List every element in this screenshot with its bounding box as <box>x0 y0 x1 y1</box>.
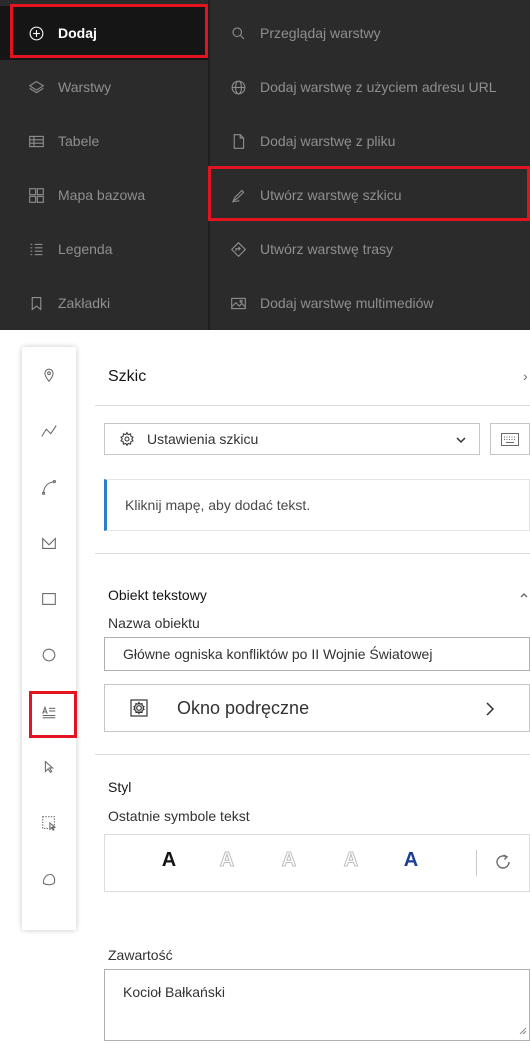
menu-item-label: Dodaj warstwę z pliku <box>260 133 396 149</box>
menu-item-label: Tabele <box>58 133 100 149</box>
resize-grip-icon[interactable] <box>519 1022 527 1038</box>
sketch-pen-icon <box>228 185 248 205</box>
content-label: Zawartość <box>108 947 173 963</box>
info-notice: Kliknij mapę, aby dodać tekst. <box>104 479 530 531</box>
sketch-tool-rail <box>22 347 76 930</box>
menu-item-dodaj[interactable]: Dodaj <box>0 6 208 60</box>
menu-item-legenda[interactable]: Legenda <box>0 222 208 276</box>
chevron-down-icon <box>455 433 467 449</box>
menu-item-dodaj-z-pliku[interactable]: Dodaj warstwę z pliku <box>210 114 530 168</box>
refresh-icon[interactable] <box>494 853 512 876</box>
keyboard-icon <box>501 432 519 446</box>
menu-item-dodaj-url[interactable]: Dodaj warstwę z użyciem adresu URL <box>210 60 530 114</box>
menu-right-column: Przeglądaj warstwy Dodaj warstwę z użyci… <box>210 0 530 330</box>
menu-item-tabele[interactable]: Tabele <box>0 114 208 168</box>
symbol-swatch[interactable]: A <box>333 849 369 877</box>
text-tool-button[interactable] <box>22 691 76 731</box>
popup-gear-icon <box>130 699 148 717</box>
menu-item-utworz-szkic[interactable]: Utwórz warstwę szkicu <box>210 168 530 222</box>
menu-item-label: Dodaj warstwę multimediów <box>260 295 434 311</box>
sketch-settings-dropdown[interactable]: Ustawienia szkicu <box>104 423 480 455</box>
content-textarea[interactable]: Kocioł Bałkański <box>104 969 530 1041</box>
circle-tool-button[interactable] <box>22 635 76 675</box>
menu-item-label: Dodaj <box>58 25 97 41</box>
add-layer-menu: Dodaj Warstwy Tabele Mapa bazowa Legenda <box>0 0 530 330</box>
style-heading: Styl <box>108 779 132 795</box>
keyboard-shortcuts-button[interactable] <box>490 423 530 455</box>
menu-item-zakladki[interactable]: Zakładki <box>0 276 208 330</box>
layers-icon <box>26 77 46 97</box>
menu-left-column: Dodaj Warstwy Tabele Mapa bazowa Legenda <box>0 0 208 330</box>
text-tool-icon <box>42 705 56 719</box>
menu-item-mapa-bazowa[interactable]: Mapa bazowa <box>0 168 208 222</box>
polyline-tool-button[interactable] <box>22 411 76 451</box>
popup-button[interactable]: Okno podręczne <box>104 684 530 732</box>
menu-item-label: Utwórz warstwę trasy <box>260 241 394 257</box>
divider <box>95 405 530 406</box>
lasso-select-button[interactable] <box>22 803 76 843</box>
divider <box>95 754 530 755</box>
curve-tool-button[interactable] <box>22 467 76 507</box>
popup-label: Okno podręczne <box>177 697 310 718</box>
notice-text: Kliknij mapę, aby dodać tekst. <box>125 497 311 513</box>
plus-circle-icon <box>26 23 46 43</box>
circle-tool-icon <box>42 648 56 662</box>
menu-item-label: Mapa bazowa <box>58 187 146 203</box>
menu-item-utworz-trase[interactable]: Utwórz warstwę trasy <box>210 222 530 276</box>
rectangle-tool-button[interactable] <box>22 579 76 619</box>
lasso-select-icon <box>42 816 57 831</box>
symbol-swatch[interactable]: A <box>209 849 245 877</box>
menu-item-warstwy[interactable]: Warstwy <box>0 60 208 114</box>
content-value: Kocioł Bałkański <box>123 984 225 1000</box>
polygon-tool-icon <box>42 537 56 549</box>
recent-symbols-label: Ostatnie symbole tekst <box>108 808 250 824</box>
gear-icon <box>120 431 134 447</box>
file-icon <box>228 131 248 151</box>
search-icon <box>228 23 248 43</box>
rectangle-tool-icon <box>42 593 56 605</box>
freehand-tool-button[interactable] <box>22 859 76 899</box>
legend-icon <box>26 239 46 259</box>
point-tool-icon <box>44 368 54 383</box>
symbol-swatch[interactable]: A <box>271 849 307 877</box>
chevron-right-icon <box>485 701 495 722</box>
name-label: Nazwa obiektu <box>108 615 200 631</box>
text-object-heading: Obiekt tekstowy <box>108 587 207 603</box>
point-tool-button[interactable] <box>22 355 76 395</box>
object-name-input[interactable]: Główne ogniska konfliktów po II Wojnie Ś… <box>104 637 530 671</box>
menu-item-dodaj-multimedia[interactable]: Dodaj warstwę multimediów <box>210 276 530 330</box>
sketch-panel: Szkic › Ustawienia szkicu Kliknij mapę, … <box>95 347 530 1050</box>
route-icon <box>228 239 248 259</box>
curve-tool-icon <box>41 479 57 495</box>
table-icon <box>26 131 46 151</box>
basemap-icon <box>26 185 46 205</box>
menu-item-label: Dodaj warstwę z użyciem adresu URL <box>260 79 497 95</box>
menu-item-przegladaj-warstwy[interactable]: Przeglądaj warstwy <box>210 6 530 60</box>
settings-label: Ustawienia szkicu <box>147 431 259 447</box>
select-tool-button[interactable] <box>22 747 76 787</box>
recent-symbols-box: A A A A A <box>104 834 530 892</box>
symbol-swatch[interactable]: A <box>393 849 429 877</box>
menu-item-label: Utwórz warstwę szkicu <box>260 187 402 203</box>
menu-item-label: Przeglądaj warstwy <box>260 25 381 41</box>
object-name-value: Główne ogniska konfliktów po II Wojnie Ś… <box>123 646 433 662</box>
freehand-tool-icon <box>42 873 56 886</box>
polyline-tool-icon <box>41 425 57 437</box>
symbol-swatch[interactable]: A <box>151 849 187 877</box>
divider <box>95 553 530 554</box>
media-icon <box>228 293 248 313</box>
menu-item-label: Zakładki <box>58 295 111 311</box>
menu-item-label: Warstwy <box>58 79 112 95</box>
bookmark-icon <box>26 293 46 313</box>
globe-icon <box>228 77 248 97</box>
select-tool-icon <box>44 760 55 774</box>
chevron-up-icon[interactable] <box>519 587 529 605</box>
polygon-tool-button[interactable] <box>22 523 76 563</box>
panel-title: Szkic <box>108 368 147 385</box>
separator <box>476 850 477 876</box>
close-icon[interactable]: › <box>523 368 528 384</box>
menu-item-label: Legenda <box>58 241 113 257</box>
